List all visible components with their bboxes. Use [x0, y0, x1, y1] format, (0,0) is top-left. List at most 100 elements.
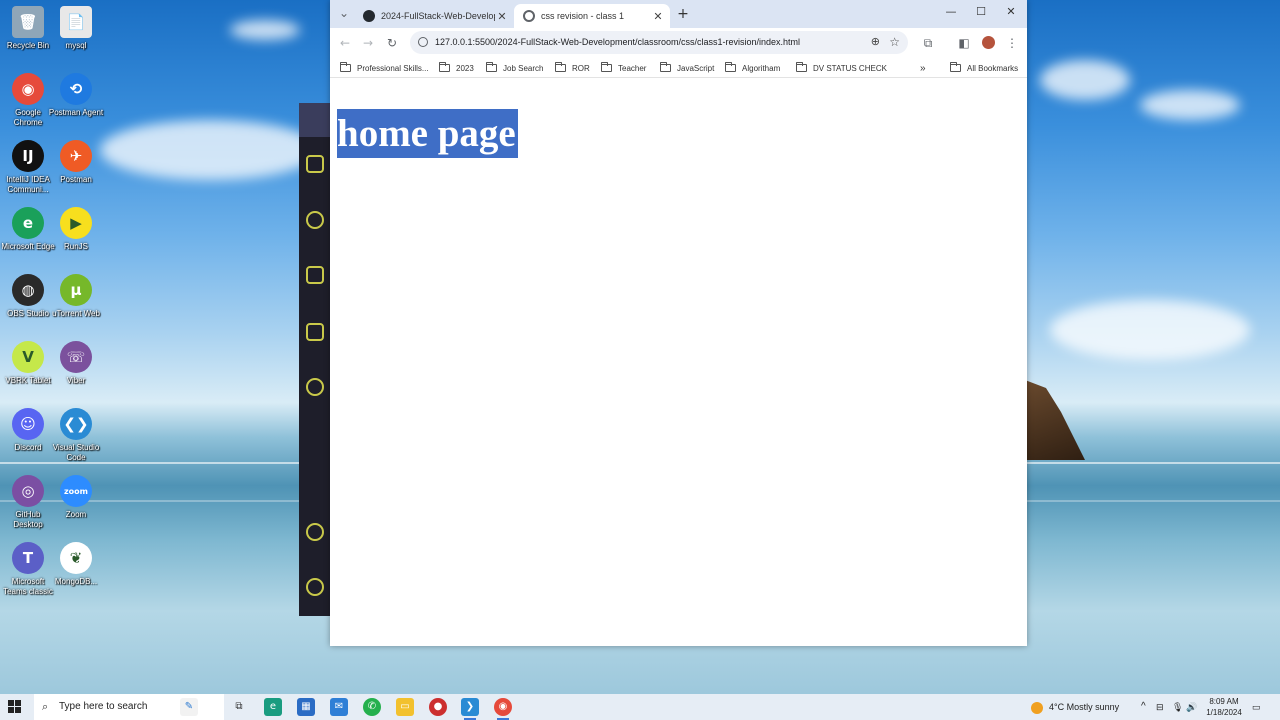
extensions-puzzle-icon[interactable]: ⧉ [919, 34, 937, 52]
close-tab-icon[interactable]: ✕ [651, 10, 665, 23]
edge-taskbar-icon[interactable]: e [264, 698, 282, 716]
minimize-button[interactable]: — [941, 5, 961, 23]
browser-window: ⌄ 2024-FullStack-Web-Developm ✕ css revi… [330, 0, 1027, 646]
desktop-icon-label: MongoDB... [54, 577, 98, 586]
all-bookmarks-button[interactable]: All Bookmarks [950, 61, 1018, 75]
zoom-icon[interactable]: ⊕ [871, 31, 880, 54]
browser-toolbar: ← → ↻ 127.0.0.1:5500/2024-FullStack-Web-… [330, 28, 1027, 57]
back-arrow-icon[interactable]: ← [336, 34, 354, 52]
menu-kebab-icon[interactable]: ⋮ [1003, 34, 1021, 52]
desktop-icon[interactable]: ☏ Viber [48, 341, 104, 386]
bookmark-folder[interactable]: Algoritham [725, 61, 780, 75]
close-window-button[interactable]: ✕ [1001, 5, 1021, 23]
tray-overflow-icon[interactable]: ^ [1141, 694, 1146, 720]
bookmark-folder[interactable]: Job Search [486, 61, 543, 75]
bookmark-folder[interactable]: 2023 [439, 61, 474, 75]
search-icon: ⌕ [42, 701, 49, 713]
system-clock[interactable]: 8:09 AM 1/18/2024 [1200, 696, 1248, 718]
desktop-icon[interactable]: ⟲ Postman Agent [48, 73, 104, 118]
tab-title: css revision - class 1 [541, 11, 625, 21]
tab-bar: ⌄ 2024-FullStack-Web-Developm ✕ css revi… [330, 0, 1027, 28]
vscode-taskbar-icon[interactable]: ❯ [461, 698, 479, 720]
cloud [1050, 300, 1250, 360]
mail-taskbar-icon[interactable]: ✉ [330, 698, 348, 716]
close-tab-icon[interactable]: ✕ [495, 10, 509, 23]
volume-icon[interactable]: 🔊 [1186, 694, 1197, 720]
folder-icon [439, 62, 450, 72]
windows-start-icon[interactable] [8, 700, 22, 714]
bookmark-folder[interactable]: Professional Skills... [340, 61, 429, 75]
desktop-icon-label: uTorrent Web [52, 309, 100, 318]
address-bar[interactable]: 127.0.0.1:5500/2024-FullStack-Web-Develo… [410, 31, 908, 54]
microphone-icon[interactable]: 🎙 [1172, 694, 1183, 720]
desktop-icon[interactable]: ▶ RunJS [48, 207, 104, 252]
task-view-icon[interactable]: ⧉ [230, 698, 248, 716]
desktop-icon-label: Visual Studio Code [52, 443, 100, 462]
desktop-icon-label: Zoom [65, 510, 87, 519]
desktop-icon-label: RunJS [63, 242, 88, 251]
tab-search-icon[interactable]: ⌄ [335, 4, 353, 22]
reload-icon[interactable]: ↻ [383, 34, 401, 52]
taskbar: ⌕ Type here to search ✎ ⧉ e ▦ ✉ ✆ ▭ ● ❯ … [0, 694, 1280, 720]
cloud [1040, 60, 1130, 100]
chrome-taskbar-icon[interactable]: ◉ [494, 698, 512, 720]
desktop-icon-label: Postman [60, 175, 92, 184]
app-icon: zoom [60, 475, 92, 507]
tab-github[interactable]: 2024-FullStack-Web-Developm ✕ [354, 4, 514, 28]
vscode-title-strip [299, 103, 331, 137]
file-explorer-icon[interactable]: ▭ [396, 698, 414, 716]
folder-icon [486, 62, 497, 72]
forward-arrow-icon[interactable]: → [359, 34, 377, 52]
extensions-icon [306, 378, 324, 396]
account-icon [306, 523, 324, 541]
explorer-icon [306, 155, 324, 173]
app-icon: IJ [12, 140, 44, 172]
app-icon: 📄 [60, 6, 92, 38]
bookmark-folder[interactable]: JavaScript [660, 61, 714, 75]
folder-icon [601, 62, 612, 72]
whatsapp-taskbar-icon[interactable]: ✆ [363, 698, 381, 716]
notifications-icon[interactable]: ▭ [1252, 694, 1261, 720]
sun-icon [1031, 701, 1043, 714]
app-icon: 🗑 [12, 6, 44, 38]
app-icon: e [12, 207, 44, 239]
sea-rock [1025, 380, 1085, 460]
search-icon [306, 211, 324, 229]
globe-icon [523, 10, 535, 22]
bookmark-folder[interactable]: Teacher [601, 61, 646, 75]
folder-icon [340, 62, 351, 72]
desktop-icon[interactable]: zoom Zoom [48, 475, 104, 520]
bookmark-folder[interactable]: ROR [555, 61, 590, 75]
desktop-icon-label: mysql [65, 41, 87, 50]
folder-icon [555, 62, 566, 72]
store-taskbar-icon[interactable]: ▦ [297, 698, 315, 716]
bookmarks-overflow-icon[interactable]: » [920, 61, 926, 75]
network-icon[interactable]: ⊟ [1156, 694, 1164, 720]
desktop-icon[interactable]: ❦ MongoDB... [48, 542, 104, 587]
desktop-icon[interactable]: ✈ Postman [48, 140, 104, 185]
tab-css-revision[interactable]: css revision - class 1 ✕ [514, 4, 670, 28]
maximize-button[interactable]: ☐ [971, 5, 991, 23]
cloud [100, 120, 320, 180]
weather-widget[interactable]: 4°C Mostly sunny [1031, 694, 1119, 720]
side-panel-icon[interactable]: ◧ [955, 34, 973, 52]
app-icon: ◉ [12, 73, 44, 105]
profile-avatar[interactable] [979, 34, 997, 52]
app-icon: T [12, 542, 44, 574]
desktop-icon[interactable]: µ uTorrent Web [48, 274, 104, 319]
page-heading: home page [337, 109, 518, 158]
app-icon: µ [60, 274, 92, 306]
folder-icon [660, 62, 671, 72]
app-icon: ⟲ [60, 73, 92, 105]
folder-icon [725, 62, 736, 72]
new-tab-button[interactable]: + [674, 5, 692, 23]
desktop-icon[interactable]: 📄 mysql [48, 6, 104, 51]
app-taskbar-icon[interactable]: ● [429, 698, 447, 716]
app-icon: V [12, 341, 44, 373]
bookmark-folder[interactable]: DV STATUS CHECK [796, 61, 887, 75]
bookmark-star-icon[interactable]: ☆ [889, 31, 900, 54]
debug-icon [306, 323, 324, 341]
site-info-icon[interactable] [418, 37, 428, 47]
search-highlight-icon[interactable]: ✎ [180, 698, 198, 716]
desktop-icon[interactable]: ❮❯ Visual Studio Code [48, 408, 104, 463]
